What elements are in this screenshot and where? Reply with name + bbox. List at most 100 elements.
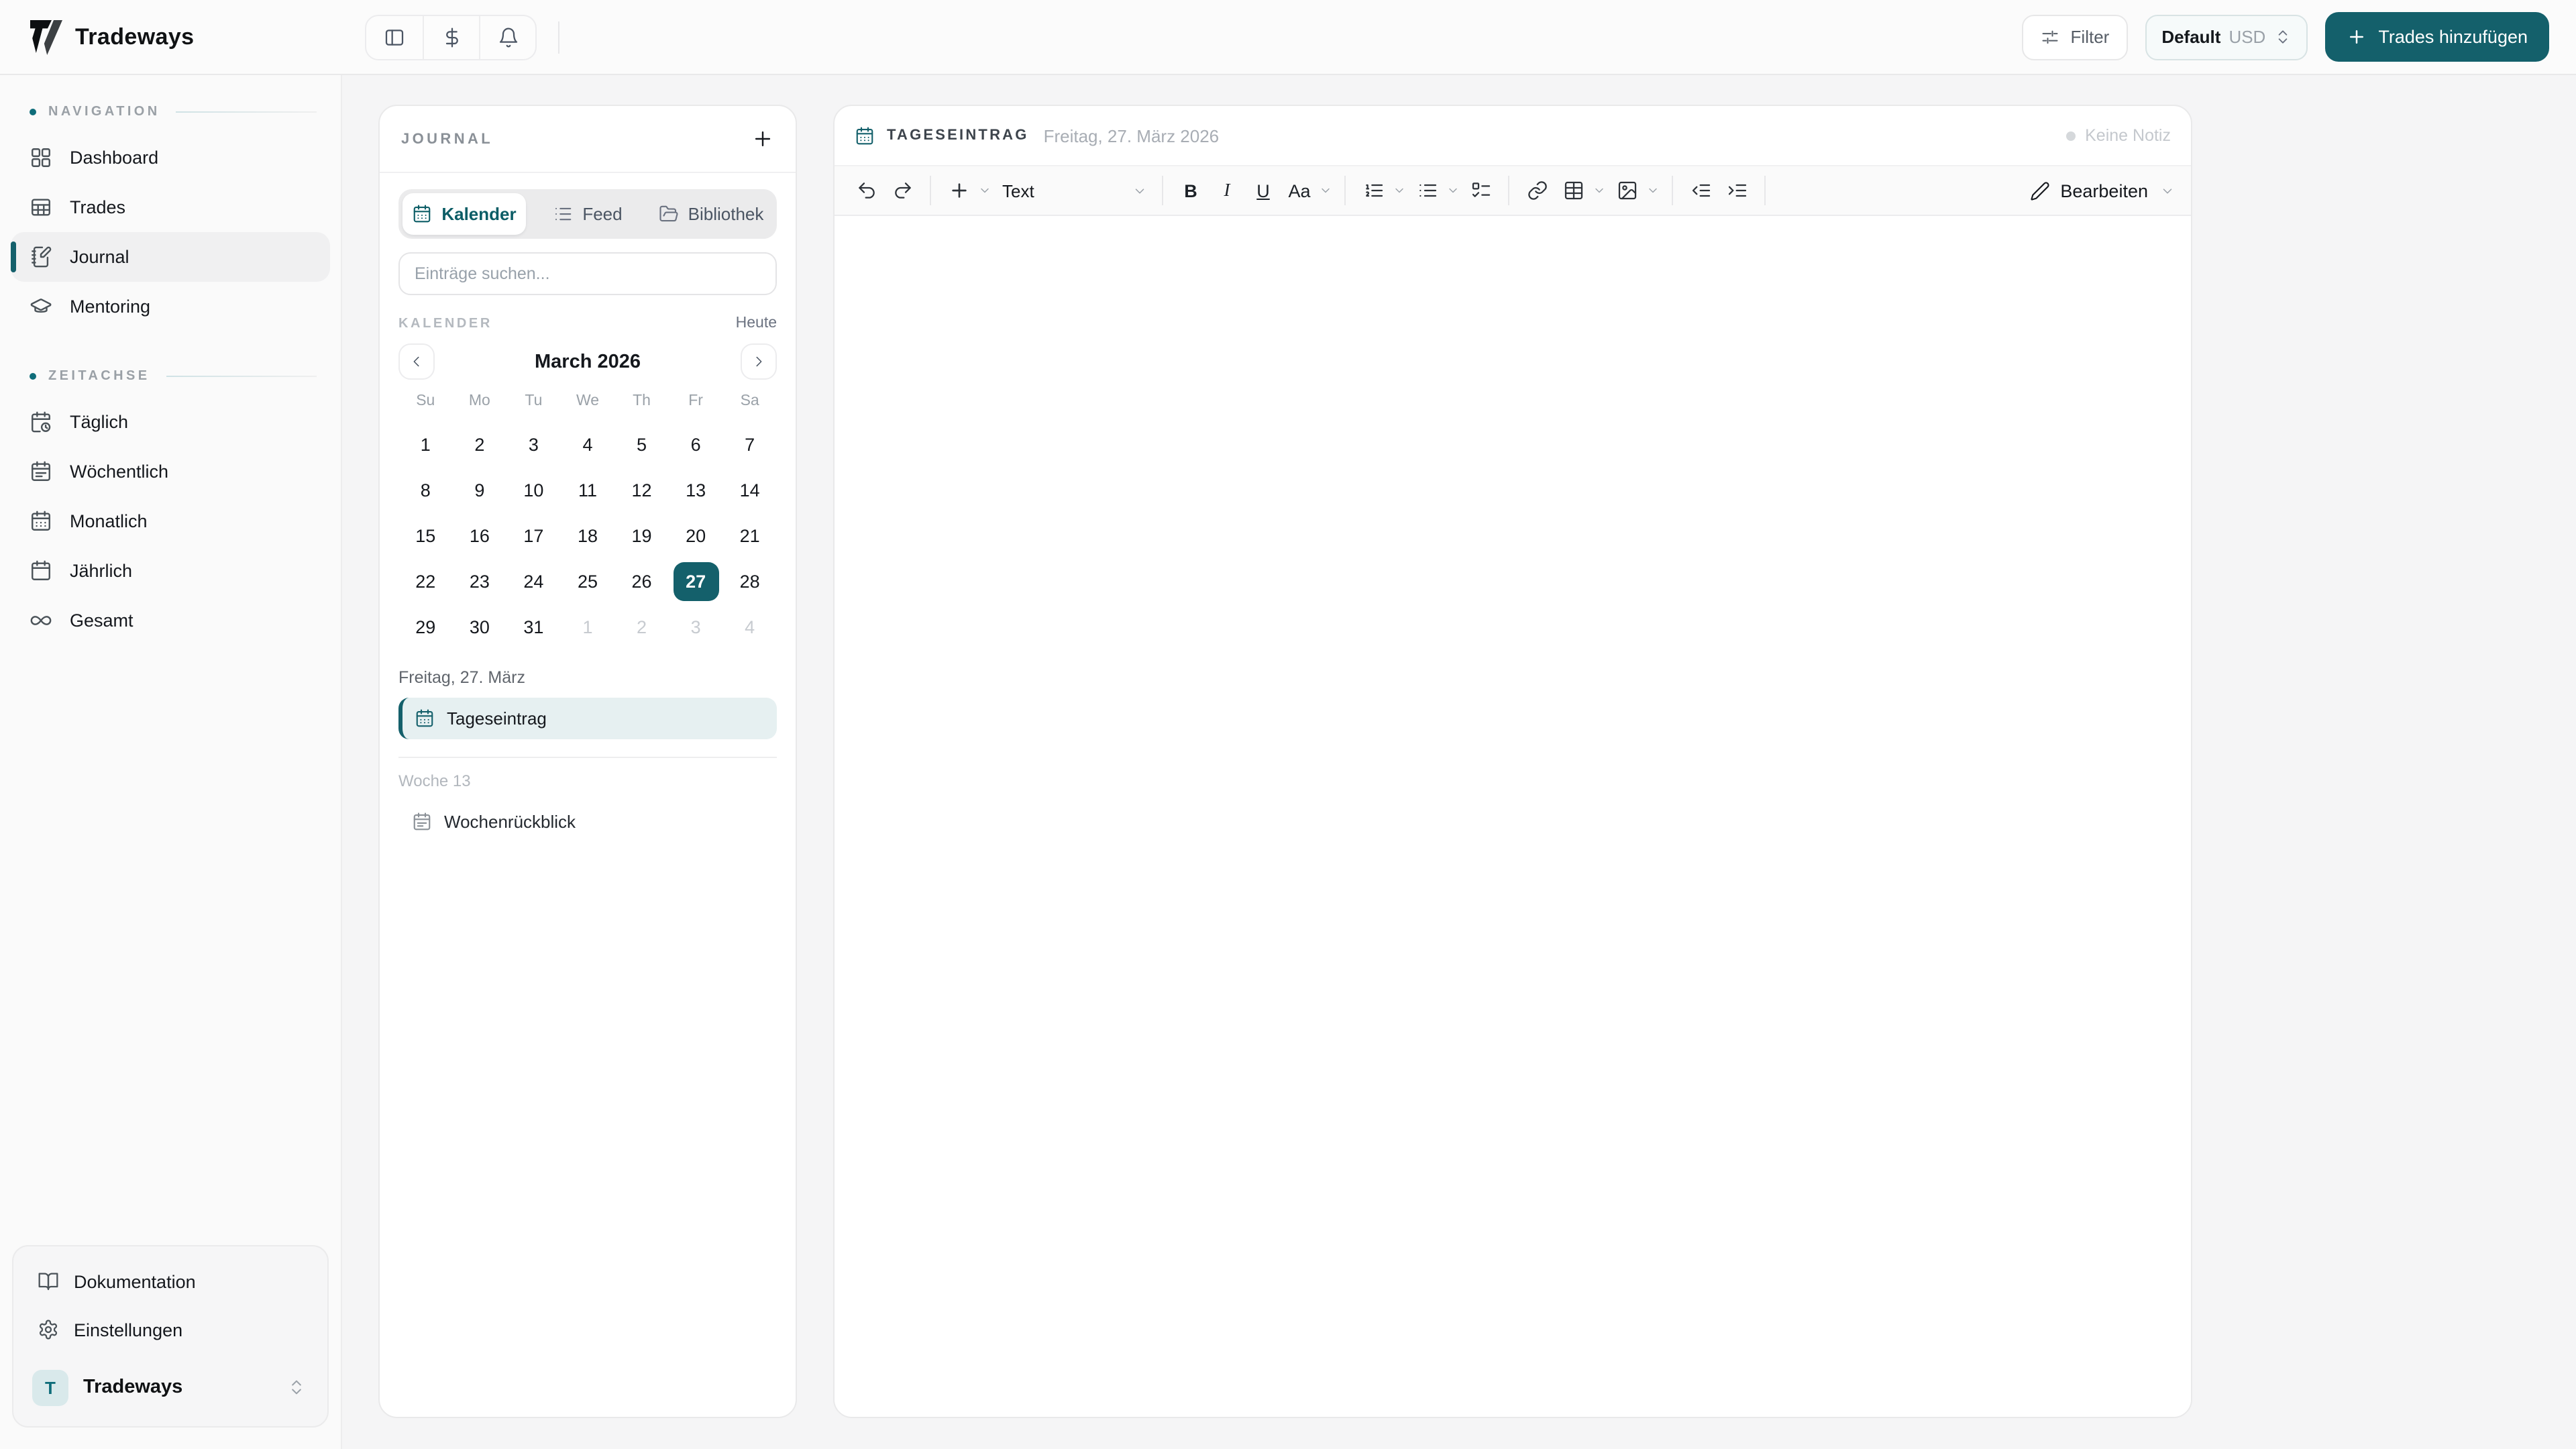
documentation-link[interactable]: Dokumentation	[24, 1257, 317, 1305]
settings-link[interactable]: Einstellungen	[24, 1305, 317, 1354]
tab-kalender[interactable]: Kalender	[402, 193, 526, 235]
calendar-day[interactable]: 21	[722, 517, 777, 555]
previous-month-button[interactable]	[398, 343, 435, 380]
calendar-day[interactable]: 13	[669, 471, 723, 510]
sidebar-item-gesamt[interactable]: Gesamt	[11, 596, 330, 645]
new-entry-button[interactable]	[751, 127, 774, 150]
calendar-day[interactable]: 9	[453, 471, 507, 510]
calendar-day[interactable]: 16	[453, 517, 507, 555]
sidebar-item-journal[interactable]: Journal	[11, 232, 330, 282]
outdent-icon	[1691, 184, 1710, 197]
toolbar-divider	[1764, 176, 1766, 205]
calendar-day[interactable]: 2	[453, 425, 507, 464]
entry-tageseintrag[interactable]: Tageseintrag	[398, 698, 777, 739]
insert-block-button[interactable]	[941, 172, 977, 209]
redo-button[interactable]	[884, 172, 920, 209]
calendar-day[interactable]: 23	[453, 562, 507, 601]
list-icon	[555, 207, 572, 221]
currency-profile-select[interactable]: Default USD	[2145, 14, 2308, 60]
calendar-day[interactable]: 19	[614, 517, 669, 555]
month-navigation: March 2026	[398, 343, 777, 380]
chevron-down-icon	[981, 188, 989, 193]
plus-icon	[951, 183, 966, 198]
sidebar-item-label: Trades	[70, 197, 126, 217]
ordered-list-button[interactable]	[1355, 172, 1391, 209]
calendar-day[interactable]: 31	[506, 608, 561, 647]
calendar-grid-icon	[32, 511, 50, 531]
sidebar-item-jaehrlich[interactable]: Jährlich	[11, 546, 330, 596]
edit-mode-dropdown[interactable]: Bearbeiten	[2029, 180, 2178, 201]
filter-button[interactable]: Filter	[2022, 14, 2129, 60]
calendar-day[interactable]: 7	[722, 425, 777, 464]
sidebar-item-trades[interactable]: Trades	[11, 182, 330, 232]
calendar-day[interactable]: 20	[669, 517, 723, 555]
calendar-day[interactable]: 4	[561, 425, 615, 464]
calendar-day[interactable]: 25	[561, 562, 615, 601]
indent-button[interactable]	[1719, 172, 1755, 209]
calendar-day[interactable]: 15	[398, 517, 453, 555]
checklist-button[interactable]	[1462, 172, 1499, 209]
sidebar-item-mentoring[interactable]: Mentoring	[11, 282, 330, 331]
calendar-day[interactable]: 3	[669, 608, 723, 647]
tab-bibliothek[interactable]: Bibliothek	[649, 193, 773, 235]
next-month-button[interactable]	[741, 343, 777, 380]
brand: Tradeways	[30, 19, 365, 54]
sidebar-item-dashboard[interactable]: Dashboard	[11, 133, 330, 182]
calendar-day[interactable]: 4	[722, 608, 777, 647]
calendar-day[interactable]: 17	[506, 517, 561, 555]
add-trades-label: Trades hinzufügen	[2378, 27, 2528, 47]
sidebar-item-taeglich[interactable]: Täglich	[11, 397, 330, 447]
calendar-day[interactable]: 6	[669, 425, 723, 464]
calendar-day[interactable]: 1	[398, 425, 453, 464]
calendar-day[interactable]: 29	[398, 608, 453, 647]
text-style-button[interactable]: Aa	[1281, 172, 1318, 209]
settings-label: Einstellungen	[74, 1320, 183, 1340]
sidebar-item-woechentlich[interactable]: Wöchentlich	[11, 447, 330, 496]
day-group-heading: Freitag, 27. März	[398, 668, 525, 687]
calendar-day[interactable]: 27	[669, 562, 723, 601]
tab-label: Kalender	[441, 204, 517, 224]
calendar-day[interactable]: 12	[614, 471, 669, 510]
note-status-label: Keine Notiz	[2085, 126, 2171, 145]
italic-button[interactable]: I	[1209, 172, 1245, 209]
entry-wochenrueckblick[interactable]: Wochenrückblick	[398, 801, 777, 843]
calendar-day[interactable]: 3	[506, 425, 561, 464]
calendar-day[interactable]: 24	[506, 562, 561, 601]
toggle-sidebar-button[interactable]	[366, 15, 423, 58]
workspace-switcher[interactable]: T Tradeways	[24, 1359, 317, 1415]
calendar-day[interactable]: 1	[561, 608, 615, 647]
calendar-day[interactable]: 8	[398, 471, 453, 510]
bold-button[interactable]: B	[1173, 172, 1209, 209]
calendar-day[interactable]: 2	[614, 608, 669, 647]
sidebar-item-label: Journal	[70, 247, 129, 267]
calendar-day[interactable]: 14	[722, 471, 777, 510]
journal-panel-title: JOURNAL	[401, 131, 494, 147]
calendar-day[interactable]: 11	[561, 471, 615, 510]
section-dot	[30, 373, 36, 380]
bullet-list-button[interactable]	[1409, 172, 1445, 209]
link-button[interactable]	[1519, 172, 1555, 209]
calendar-weekday: Fr	[688, 393, 703, 409]
calendar-day[interactable]: 28	[722, 562, 777, 601]
notifications-button[interactable]	[479, 15, 535, 58]
block-format-dropdown[interactable]: Text	[994, 180, 1152, 201]
calendar-day[interactable]: 22	[398, 562, 453, 601]
calendar-day[interactable]: 10	[506, 471, 561, 510]
editor-content[interactable]	[835, 216, 2191, 1417]
entry-search-input[interactable]	[415, 264, 761, 283]
undo-button[interactable]	[848, 172, 884, 209]
currency-button[interactable]	[423, 15, 479, 58]
outdent-button[interactable]	[1682, 172, 1719, 209]
calendar-day[interactable]: 5	[614, 425, 669, 464]
insert-table-button[interactable]	[1555, 172, 1591, 209]
calendar-day[interactable]: 18	[561, 517, 615, 555]
calendar-day[interactable]: 26	[614, 562, 669, 601]
sidebar-item-monatlich[interactable]: Monatlich	[11, 496, 330, 546]
underline-button[interactable]: U	[1245, 172, 1281, 209]
today-button[interactable]: Heute	[736, 315, 777, 331]
calendar-day[interactable]: 30	[453, 608, 507, 647]
add-trades-button[interactable]: Trades hinzufügen	[2324, 12, 2549, 62]
tab-feed[interactable]: Feed	[526, 193, 649, 235]
chevron-down-icon	[1322, 188, 1330, 193]
insert-image-button[interactable]	[1609, 172, 1645, 209]
